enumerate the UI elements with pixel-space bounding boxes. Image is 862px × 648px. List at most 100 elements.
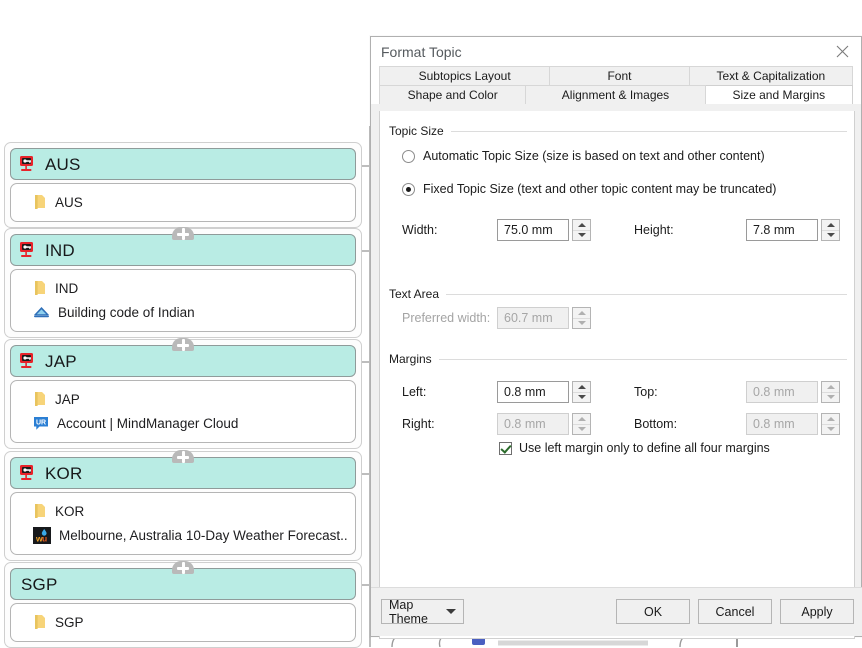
subtopic-label: IND [55, 280, 79, 296]
top-margin-stepper: 0.8 mm [746, 381, 840, 403]
subtopic-item[interactable]: Building code of Indian [19, 300, 347, 324]
folder-icon [33, 280, 47, 296]
spin-down-button[interactable] [822, 231, 839, 241]
tab-shape-and-color[interactable]: Shape and Color [379, 85, 527, 104]
radio-indicator [402, 149, 415, 163]
topic-group-jap[interactable]: JAP JAP UR Account | MindManager Cloud [4, 339, 362, 449]
bottom-margin-spin-buttons [821, 413, 840, 435]
height-input[interactable]: 7.8 mm [746, 219, 818, 241]
ur-badge-icon: UR [33, 416, 49, 431]
map-theme-label: Map Theme [389, 597, 428, 626]
right-margin-spin-buttons [572, 413, 591, 435]
radio-label: Fixed Topic Size (text and other topic c… [423, 182, 777, 196]
group-title: Topic Size [389, 124, 444, 138]
svg-text:UR: UR [36, 419, 46, 426]
group-rule [438, 358, 847, 360]
format-topic-dialog: Format Topic Subtopics Layout Font Text … [370, 36, 862, 639]
subtopic-label: Building code of Indian [58, 304, 195, 320]
remote-key-icon [19, 464, 38, 482]
svg-text:u: u [42, 533, 47, 543]
subtopic-item[interactable]: JAP [19, 387, 347, 411]
dialog-titlebar[interactable]: Format Topic [371, 37, 861, 66]
spin-down-button [822, 425, 839, 435]
subtopic-item[interactable]: w u Melbourne, Australia 10-Day Weather … [19, 523, 347, 547]
group-text-area: Text Area [389, 286, 847, 302]
subtopic-item[interactable]: IND [19, 276, 347, 300]
ok-button[interactable]: OK [616, 599, 690, 624]
spin-up-button [822, 414, 839, 425]
height-spin-buttons[interactable] [821, 219, 840, 241]
weather-underground-icon: w u [33, 526, 51, 544]
remote-key-icon [19, 241, 38, 259]
radio-label: Automatic Topic Size (size is based on t… [423, 149, 765, 163]
subtopic-label: AUS [55, 194, 83, 210]
topic-group-aus[interactable]: AUS AUS [4, 142, 362, 228]
tab-text-capitalization[interactable]: Text & Capitalization [689, 66, 853, 85]
group-margins: Margins [389, 351, 847, 367]
width-spin-buttons[interactable] [572, 219, 591, 241]
spin-up-button[interactable] [822, 220, 839, 231]
tab-row-1: Subtopics Layout Font Text & Capitalizat… [379, 66, 853, 85]
expander-button[interactable] [172, 338, 194, 351]
topic-body-ind: IND Building code of Indian [10, 269, 356, 332]
spin-up-button[interactable] [573, 220, 590, 231]
right-margin-stepper: 0.8 mm [497, 413, 591, 435]
close-icon[interactable] [823, 37, 861, 66]
connector-line [362, 361, 370, 363]
topic-label: SGP [21, 574, 58, 594]
radio-fixed-topic-size[interactable]: Fixed Topic Size (text and other topic c… [402, 182, 776, 196]
cancel-button[interactable]: Cancel [698, 599, 772, 624]
spin-up-button[interactable] [573, 382, 590, 393]
top-margin-label: Top: [634, 385, 658, 399]
topic-header-aus[interactable]: AUS [10, 148, 356, 180]
topic-group-ind[interactable]: IND IND Building code of Indian [4, 228, 362, 338]
subtopic-item[interactable]: AUS [19, 190, 347, 214]
remote-key-icon [19, 352, 38, 370]
subtopic-label: KOR [55, 503, 85, 519]
connector-line [362, 584, 370, 586]
subtopic-item[interactable]: SGP [19, 610, 347, 634]
subtopic-item[interactable]: KOR [19, 499, 347, 523]
checkbox-indicator [499, 441, 512, 455]
height-stepper[interactable]: 7.8 mm [746, 219, 840, 241]
spin-up-button [573, 308, 590, 319]
tab-font[interactable]: Font [550, 66, 690, 85]
connector-line [362, 165, 370, 167]
spin-down-button[interactable] [573, 231, 590, 241]
left-margin-stepper[interactable]: 0.8 mm [497, 381, 591, 403]
topic-label: JAP [45, 351, 77, 371]
connector-line [362, 250, 370, 252]
topic-group-sgp[interactable]: SGP SGP [4, 562, 362, 648]
expander-button[interactable] [172, 227, 194, 240]
subtopic-item[interactable]: UR Account | MindManager Cloud [19, 411, 347, 435]
tab-size-and-margins[interactable]: Size and Margins [705, 85, 853, 104]
tab-alignment-images[interactable]: Alignment & Images [526, 85, 706, 104]
spin-down-button [573, 319, 590, 329]
topic-group-kor[interactable]: KOR KOR w u Melbourne, Australia 10-Day … [4, 451, 362, 561]
mindmap-canvas: AUS AUS IND IND Building code of Indian … [0, 0, 380, 648]
top-margin-spin-buttons [821, 381, 840, 403]
width-label: Width: [402, 223, 438, 237]
topic-body-sgp: SGP [10, 603, 356, 642]
spin-down-button [822, 393, 839, 403]
left-margin-input[interactable]: 0.8 mm [497, 381, 569, 403]
topic-body-jap: JAP UR Account | MindManager Cloud [10, 380, 356, 443]
dialog-title: Format Topic [381, 43, 462, 60]
map-theme-dropdown[interactable]: Map Theme [381, 597, 464, 626]
spin-down-button[interactable] [573, 393, 590, 403]
group-rule [446, 293, 847, 295]
tab-subtopics-layout[interactable]: Subtopics Layout [379, 66, 551, 85]
width-input[interactable]: 75.0 mm [497, 219, 569, 241]
topic-label: IND [45, 240, 75, 260]
expander-button[interactable] [172, 561, 194, 574]
apply-button[interactable]: Apply [780, 599, 854, 624]
expander-button[interactable] [172, 450, 194, 463]
group-title: Text Area [389, 287, 440, 301]
left-margin-spin-buttons[interactable] [572, 381, 591, 403]
width-stepper[interactable]: 75.0 mm [497, 219, 591, 241]
checkbox-label: Use left margin only to define all four … [519, 441, 770, 455]
height-label: Height: [634, 223, 674, 237]
radio-automatic-topic-size[interactable]: Automatic Topic Size (size is based on t… [402, 149, 765, 163]
use-left-margin-only-checkbox[interactable]: Use left margin only to define all four … [499, 441, 770, 455]
blue-triangle-link-icon [33, 305, 50, 319]
